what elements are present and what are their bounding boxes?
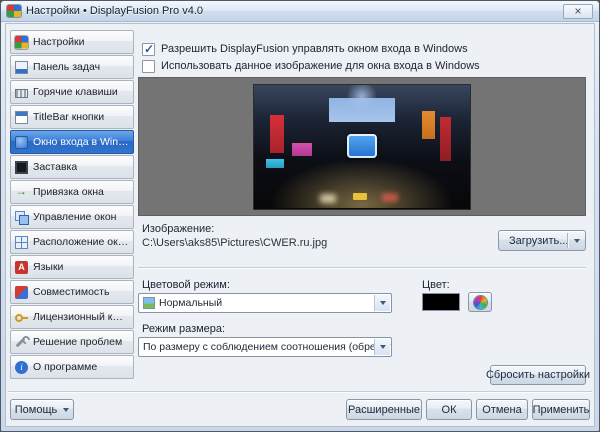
logon-preview-area: [138, 77, 586, 216]
sidebar-item-label: Языки: [33, 261, 63, 273]
sidebar-item-label: Управление окон: [33, 211, 116, 223]
ok-button[interactable]: ОК: [426, 399, 472, 420]
close-button[interactable]: [563, 4, 593, 19]
logon-preview-image: [254, 85, 470, 209]
sidebar-item-languages[interactable]: Языки: [10, 255, 134, 279]
section-divider: [138, 267, 586, 269]
ok-button-label: ОК: [442, 404, 457, 416]
size-mode-label: Режим размера:: [142, 323, 225, 335]
keyboard-icon: [15, 89, 28, 98]
sidebar-item-label: Настройки: [33, 36, 85, 48]
apply-button-label: Применить: [533, 404, 590, 416]
app-logo-icon: [15, 36, 28, 49]
client-area: Настройки Панель задач Горячие клавиши T…: [5, 23, 595, 427]
window-position-icon: [15, 236, 28, 249]
sidebar-item-label: TitleBar кнопки: [33, 111, 104, 123]
load-image-button-label: Загрузить...: [509, 235, 568, 247]
sidebar-item-label: Горячие клавиши: [33, 86, 118, 98]
sidebar-item-label: Расположение окна: [33, 236, 129, 248]
sidebar-item-hotkeys[interactable]: Горячие клавиши: [10, 80, 134, 104]
cancel-button[interactable]: Отмена: [476, 399, 528, 420]
sidebar-item-label: Решение проблем: [33, 336, 122, 348]
advanced-button[interactable]: Расширенные: [346, 399, 422, 420]
info-icon: [15, 361, 28, 374]
manage-logon-checkbox[interactable]: [142, 43, 155, 56]
sidebar-item-window-position[interactable]: Расположение окна: [10, 230, 134, 254]
color-mode-label: Цветовой режим:: [142, 279, 230, 291]
sidebar-item-taskbar[interactable]: Панель задач: [10, 55, 134, 79]
load-image-button[interactable]: Загрузить...: [498, 230, 586, 251]
sidebar-item-label: Заставка: [33, 161, 77, 173]
chevron-down-icon: [380, 345, 386, 349]
combo-arrow: [374, 339, 390, 355]
key-icon: [15, 311, 28, 324]
chevron-down-icon: [380, 301, 386, 305]
color-label: Цвет:: [422, 279, 450, 291]
window-title: Настройки • DisplayFusion Pro v4.0: [26, 5, 203, 17]
sidebar-item-label: О программе: [33, 361, 97, 373]
compatibility-icon: [15, 286, 28, 299]
image-label: Изображение:: [142, 223, 214, 235]
manage-logon-label: Разрешить DisplayFusion управлять окном …: [161, 43, 468, 55]
sidebar-item-logon-window[interactable]: Окно входа в Windows: [10, 130, 134, 154]
footer-divider: [8, 391, 592, 393]
sidebar: Настройки Панель задач Горячие клавиши T…: [10, 30, 134, 380]
reset-settings-label: Сбросить настройки: [486, 369, 590, 381]
sidebar-item-label: Совместимость: [33, 286, 109, 298]
color-mode-value: Нормальный: [159, 297, 222, 309]
sidebar-item-troubleshooting[interactable]: Решение проблем: [10, 330, 134, 354]
image-path: C:\Users\aks85\Pictures\CWER.ru.jpg: [142, 237, 327, 249]
advanced-button-label: Расширенные: [348, 404, 420, 416]
app-icon: [7, 5, 21, 17]
cancel-button-label: Отмена: [482, 404, 521, 416]
checkbox-row-manage-logon: Разрешить DisplayFusion управлять окном …: [142, 42, 468, 56]
sidebar-item-window-manage[interactable]: Управление окон: [10, 205, 134, 229]
use-image-label: Использовать данное изображение для окна…: [161, 60, 480, 72]
sidebar-item-license-key[interactable]: Лицензионный ключ: [10, 305, 134, 329]
checkbox-row-use-image: Использовать данное изображение для окна…: [142, 59, 480, 73]
color-mode-select[interactable]: Нормальный: [138, 293, 392, 313]
sidebar-item-settings[interactable]: Настройки: [10, 30, 134, 54]
size-mode-value: По размеру с соблюдением соотношения (об…: [143, 341, 392, 353]
logon-window-icon: [15, 136, 28, 149]
size-mode-select[interactable]: По размеру с соблюдением соотношения (об…: [138, 337, 392, 357]
sidebar-item-compatibility[interactable]: Совместимость: [10, 280, 134, 304]
sidebar-item-about[interactable]: О программе: [10, 355, 134, 379]
combo-arrow: [374, 295, 390, 311]
reset-settings-button[interactable]: Сбросить настройки: [490, 365, 586, 385]
logon-settings-panel: Разрешить DisplayFusion управлять окном …: [138, 24, 588, 426]
color-wheel-icon: [474, 296, 487, 309]
settings-window: Настройки • DisplayFusion Pro v4.0 Настр…: [0, 0, 600, 432]
sidebar-item-screensaver[interactable]: Заставка: [10, 155, 134, 179]
screensaver-icon: [15, 161, 28, 174]
taskbar-icon: [15, 61, 28, 74]
languages-icon: [15, 261, 28, 274]
chevron-down-icon: [574, 239, 580, 243]
chevron-down-icon: [63, 408, 69, 412]
color-swatch: [422, 293, 460, 311]
sidebar-item-titlebar-buttons[interactable]: TitleBar кнопки: [10, 105, 134, 129]
window-manage-icon: [15, 211, 28, 224]
sidebar-item-label: Лицензионный ключ: [33, 311, 129, 323]
sidebar-item-label: Привязка окна: [33, 186, 104, 198]
sidebar-item-window-snap[interactable]: Привязка окна: [10, 180, 134, 204]
window-snap-icon: [15, 186, 28, 199]
title-bar[interactable]: Настройки • DisplayFusion Pro v4.0: [1, 1, 599, 22]
image-thumbnail-icon: [143, 297, 155, 309]
wrench-icon: [15, 336, 28, 349]
apply-button[interactable]: Применить: [532, 399, 590, 420]
titlebar-buttons-icon: [15, 111, 28, 124]
sidebar-item-label: Окно входа в Windows: [33, 136, 129, 148]
sidebar-item-label: Панель задач: [33, 61, 100, 73]
use-image-checkbox[interactable]: [142, 60, 155, 73]
help-button[interactable]: Помощь: [10, 399, 74, 420]
help-button-label: Помощь: [15, 404, 58, 416]
color-picker-button[interactable]: [468, 292, 492, 312]
